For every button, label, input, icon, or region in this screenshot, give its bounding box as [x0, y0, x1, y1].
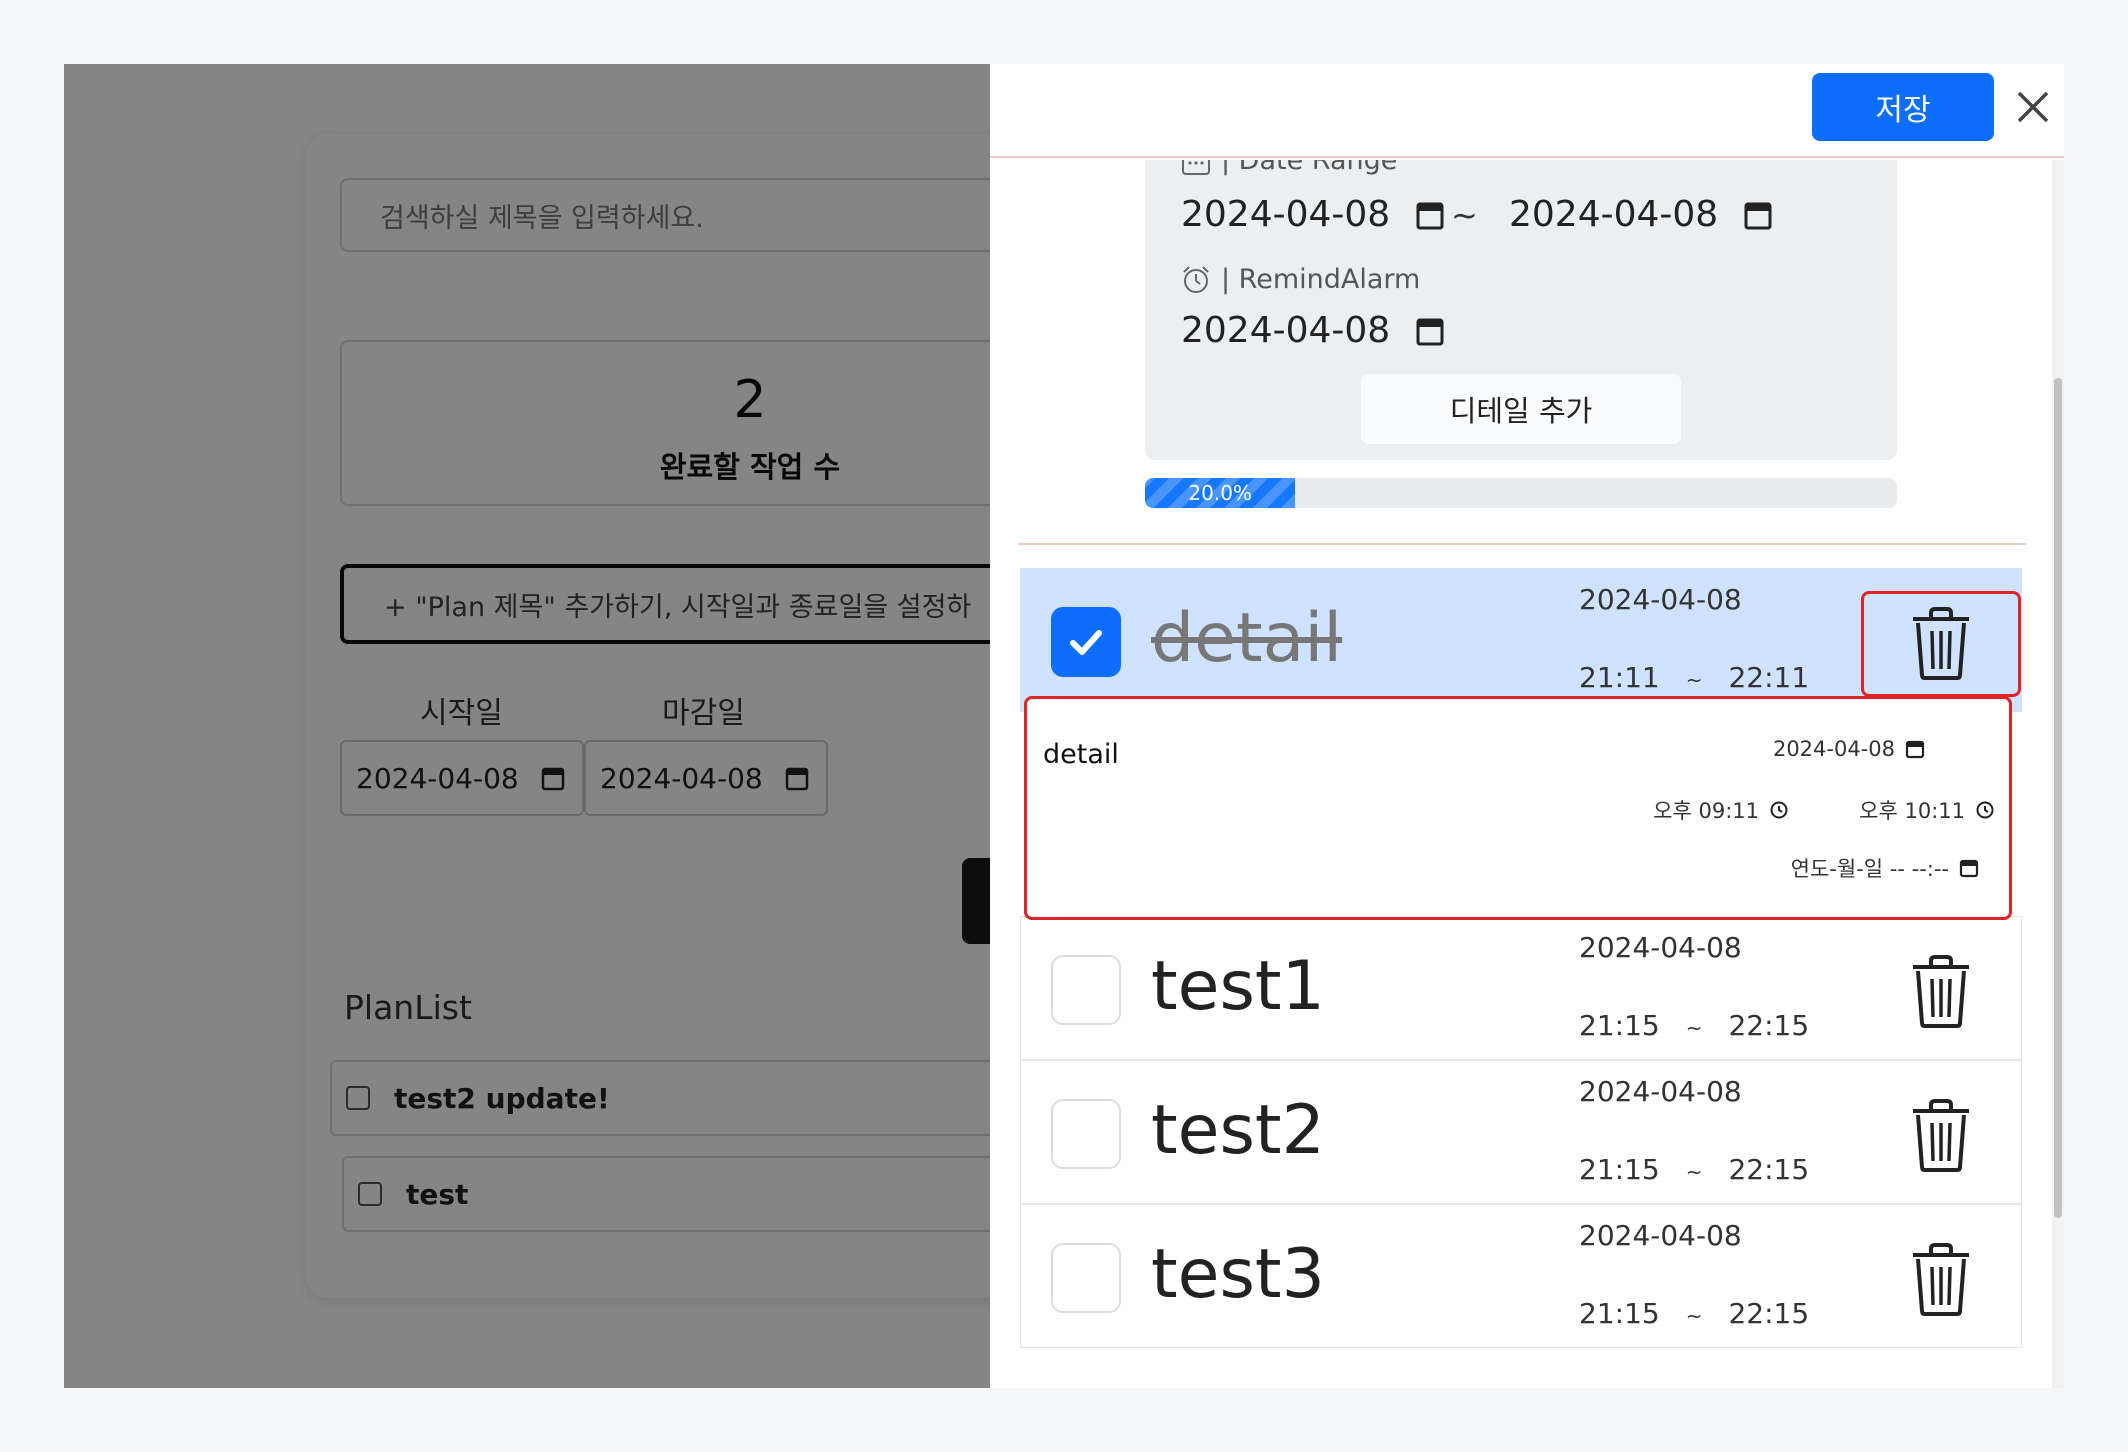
clock-icon: [1770, 801, 1788, 819]
trash-icon[interactable]: [1905, 953, 1977, 1029]
date-range-label-text: | Date Range: [1221, 160, 1398, 176]
progress-fill: 20.0%: [1145, 478, 1296, 508]
detail-time-range: 21:15 ~22:15: [1579, 1297, 1809, 1330]
detail-checkbox[interactable]: [1051, 1243, 1121, 1313]
plan-detail-drawer: 저장 | Date Range 2024-04-08 ~ 2024-04-08: [990, 64, 2064, 1388]
detail-name-input[interactable]: detail: [1043, 739, 1119, 770]
detail-editor: detail 2024-04-08 오후 09:11 오후 10:11 연도-월…: [1024, 696, 2012, 920]
detail-title: test2: [1151, 1091, 1325, 1170]
check-icon: [1070, 630, 1102, 655]
trash-icon[interactable]: [1905, 1097, 1977, 1173]
detail-date: 2024-04-08: [1579, 931, 1742, 964]
save-button[interactable]: 저장: [1812, 73, 1994, 141]
delete-highlight: [1861, 591, 2021, 697]
calendar-icon: [1416, 202, 1444, 229]
detail-checkbox[interactable]: [1051, 955, 1121, 1025]
detail-date-input[interactable]: 2024-04-08: [1773, 737, 1925, 761]
detail-title: test3: [1151, 1235, 1325, 1314]
range-end-value: 2024-04-08: [1509, 194, 1719, 235]
plan-info-card: | Date Range 2024-04-08 ~ 2024-04-08 | R…: [1145, 160, 1897, 460]
detail-checkbox[interactable]: [1051, 607, 1121, 677]
detail-time-range: 21:11 ~22:11: [1579, 661, 1809, 694]
section-divider: [1018, 543, 2026, 545]
drawer-header: 저장: [990, 64, 2064, 158]
date-range-label: | Date Range: [1181, 160, 1397, 176]
detail-row[interactable]: test1 2024-04-08 21:15 ~22:15: [1020, 916, 2022, 1060]
range-separator: ~: [1451, 196, 1478, 234]
calendar-icon: [1905, 740, 1925, 759]
progress-bar: 20.0%: [1145, 478, 1897, 508]
detail-start-time-value: 오후 09:11: [1653, 799, 1759, 823]
range-end-date[interactable]: 2024-04-08: [1509, 194, 1772, 235]
calendar-icon: [1416, 318, 1444, 345]
add-detail-button[interactable]: 디테일 추가: [1361, 374, 1681, 444]
range-start-value: 2024-04-08: [1181, 194, 1391, 235]
detail-remind-input[interactable]: 연도-월-일 -- --:--: [1791, 853, 1979, 883]
detail-time-range: 21:15 ~22:15: [1579, 1009, 1809, 1042]
detail-date: 2024-04-08: [1579, 1219, 1742, 1252]
trash-icon[interactable]: [1905, 1241, 1977, 1317]
remind-date-input[interactable]: 2024-04-08: [1181, 310, 1444, 351]
detail-end-time: 22:15: [1728, 1297, 1810, 1330]
calendar-icon: [1744, 202, 1772, 229]
detail-date-value: 2024-04-08: [1772, 737, 1895, 761]
calendar-range-icon: [1182, 160, 1210, 175]
time-separator: ~: [1685, 1160, 1703, 1184]
detail-row[interactable]: detail 2024-04-08 21:11 ~22:11: [1020, 568, 2022, 712]
drawer-body: | Date Range 2024-04-08 ~ 2024-04-08 | R…: [990, 160, 2064, 1388]
detail-start-time: 21:15: [1579, 1153, 1660, 1186]
alarm-icon: [1183, 265, 1209, 293]
time-separator: ~: [1685, 1016, 1703, 1040]
detail-title: test1: [1151, 947, 1325, 1026]
detail-end-time-value: 오후 10:11: [1859, 799, 1965, 823]
detail-start-time: 21:15: [1579, 1297, 1660, 1330]
remind-alarm-label: | RemindAlarm: [1181, 264, 1420, 295]
detail-end-time: 22:11: [1728, 661, 1810, 694]
calendar-icon: [1959, 859, 1979, 878]
detail-time-range: 21:15 ~22:15: [1579, 1153, 1809, 1186]
detail-row[interactable]: test2 2024-04-08 21:15 ~22:15: [1020, 1060, 2022, 1204]
detail-end-time: 22:15: [1728, 1153, 1810, 1186]
detail-start-time: 21:15: [1579, 1009, 1660, 1042]
screen: 검색하실 제목을 입력하세요. 2 완료할 작업 수 + "Plan 제목" 추…: [64, 64, 2064, 1388]
detail-start-time: 21:11: [1579, 661, 1660, 694]
detail-end-time: 22:15: [1728, 1009, 1810, 1042]
scrollbar-thumb[interactable]: [2054, 378, 2062, 1218]
detail-remind-placeholder: 연도-월-일 -- --:--: [1790, 857, 1949, 881]
detail-title: detail: [1151, 599, 1343, 678]
detail-date: 2024-04-08: [1579, 583, 1742, 616]
time-separator: ~: [1685, 668, 1703, 692]
remind-alarm-label-text: | RemindAlarm: [1221, 264, 1421, 295]
close-icon: [2017, 91, 2049, 123]
detail-row[interactable]: test3 2024-04-08 21:15 ~22:15: [1020, 1204, 2022, 1348]
detail-end-time-input[interactable]: 오후 10:11: [1859, 795, 1995, 825]
time-separator: ~: [1685, 1304, 1703, 1328]
range-start-date[interactable]: 2024-04-08: [1181, 194, 1444, 235]
detail-start-time-input[interactable]: 오후 09:11: [1653, 795, 1789, 825]
detail-checkbox[interactable]: [1051, 1099, 1121, 1169]
remind-date-value: 2024-04-08: [1181, 310, 1391, 351]
close-button[interactable]: [2008, 80, 2058, 134]
clock-icon: [1976, 801, 1994, 819]
detail-date: 2024-04-08: [1579, 1075, 1742, 1108]
